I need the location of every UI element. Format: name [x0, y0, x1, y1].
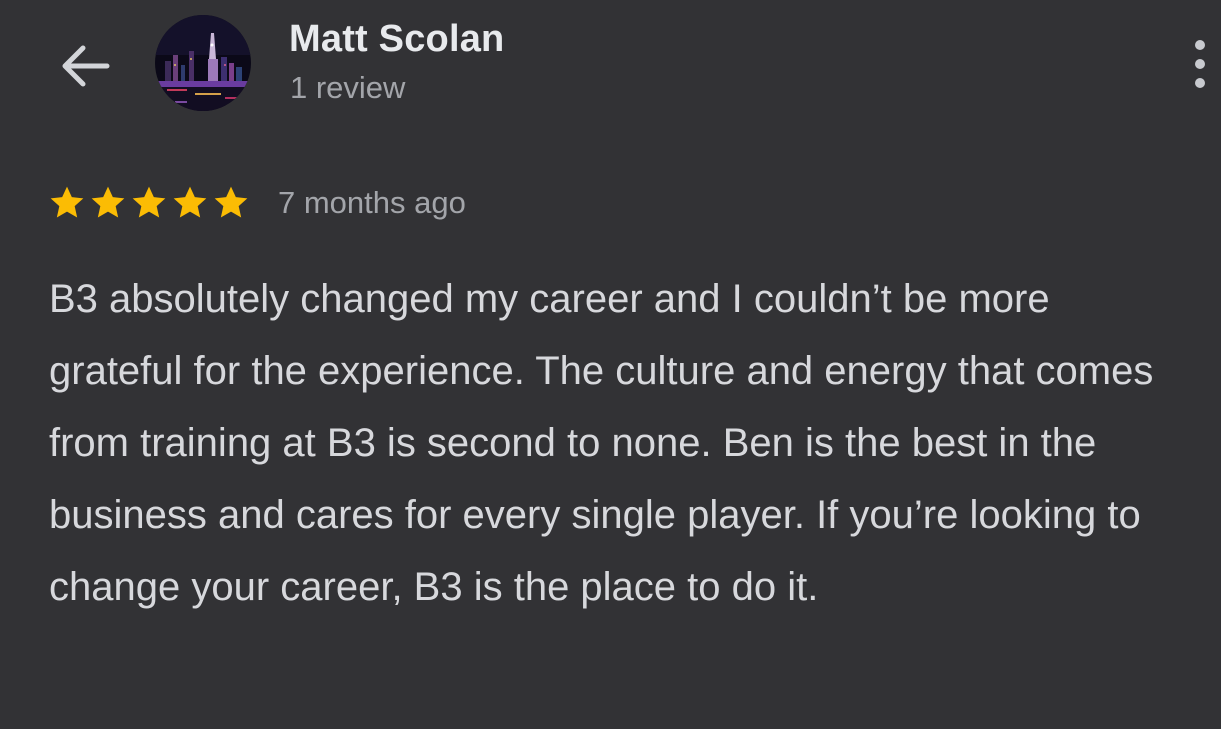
more-vertical-icon-dot: [1195, 78, 1205, 88]
rating-row: 7 months ago: [47, 183, 466, 223]
star-icon: [91, 186, 125, 218]
avatar[interactable]: [155, 15, 251, 111]
review-page: Matt Scolan 1 review 7 months ago B3 abs…: [0, 0, 1221, 729]
star-icon: [214, 186, 248, 218]
arrow-left-icon: [62, 45, 110, 87]
avatar-photo: [155, 15, 251, 111]
back-button[interactable]: [52, 36, 116, 96]
star-icon: [132, 186, 166, 218]
more-vertical-icon-dot: [1195, 40, 1205, 50]
more-vertical-icon-dot: [1195, 59, 1205, 69]
star-icon: [50, 186, 84, 218]
star-rating: [47, 183, 252, 223]
reviewer-name[interactable]: Matt Scolan: [289, 18, 504, 61]
more-options-button[interactable]: [1180, 36, 1220, 92]
review-date: 7 months ago: [278, 185, 466, 220]
review-count: 1 review: [290, 70, 406, 105]
review-text: B3 absolutely changed my career and I co…: [49, 277, 1154, 609]
star-icon: [173, 186, 207, 218]
